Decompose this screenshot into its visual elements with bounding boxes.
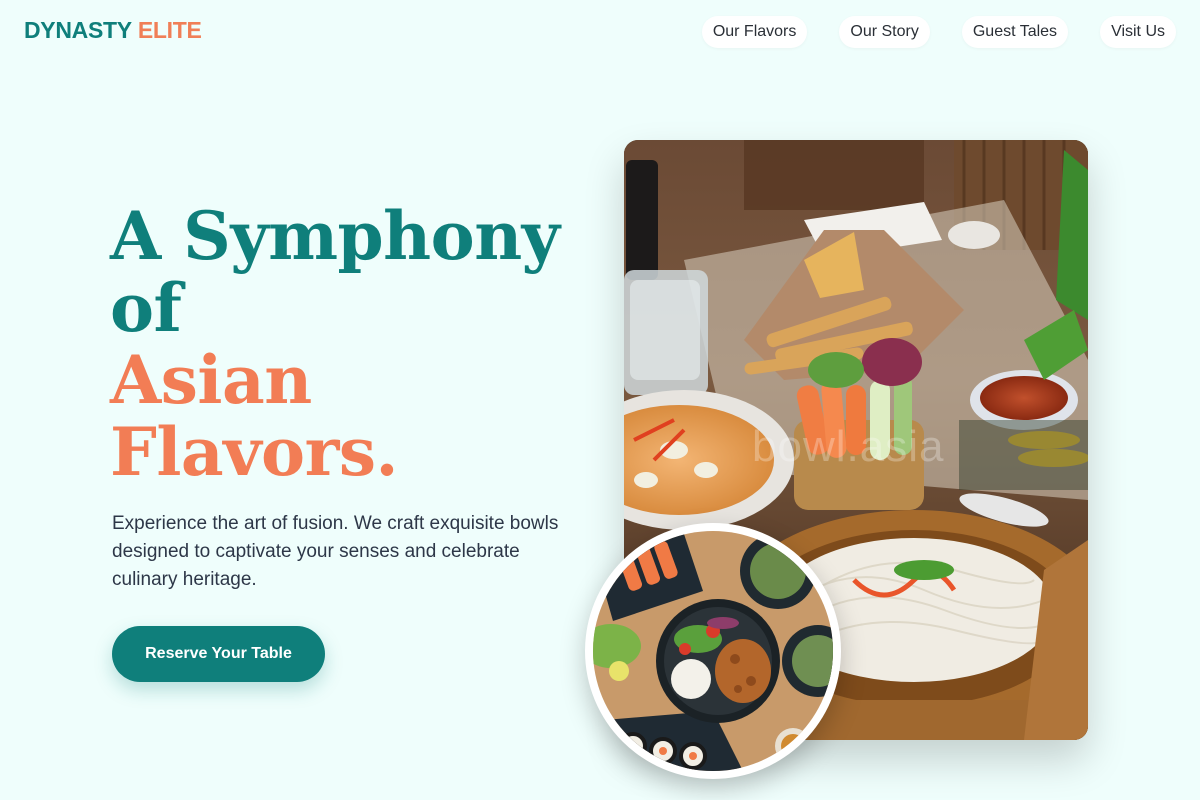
headline-line-1: A Symphony: [110, 197, 560, 275]
hero-description: Experience the art of fusion. We craft e…: [112, 513, 559, 590]
brand-name-accent: ELITE: [137, 17, 202, 43]
hero-headline: A Symphony of Asian Flavors.: [110, 200, 560, 488]
bowls-overhead-illustration: [593, 531, 833, 771]
featured-bowl-photo-inner: [593, 531, 833, 771]
featured-bowl-photo: [585, 523, 841, 779]
image-watermark: bowl.asia: [752, 422, 945, 471]
brand-logo[interactable]: DYNASTY ELITE: [24, 17, 202, 44]
brand-name-primary: DYNASTY: [24, 17, 132, 43]
landing-page: DYNASTY ELITE Our Flavors Our Story Guest…: [0, 0, 1200, 800]
nav-item-our-story[interactable]: Our Story: [839, 16, 930, 48]
headline-line-2: of: [110, 269, 182, 347]
reserve-table-button[interactable]: Reserve Your Table: [112, 626, 325, 682]
nav-item-our-flavors[interactable]: Our Flavors: [701, 16, 808, 48]
nav-item-guest-tales[interactable]: Guest Tales: [961, 16, 1069, 48]
main-nav: Our Flavors Our Story Guest Tales Visit …: [701, 16, 1176, 48]
headline-line-4: Flavors.: [110, 413, 398, 491]
nav-item-visit-us[interactable]: Visit Us: [1100, 16, 1176, 48]
headline-line-3: Asian: [110, 341, 312, 419]
